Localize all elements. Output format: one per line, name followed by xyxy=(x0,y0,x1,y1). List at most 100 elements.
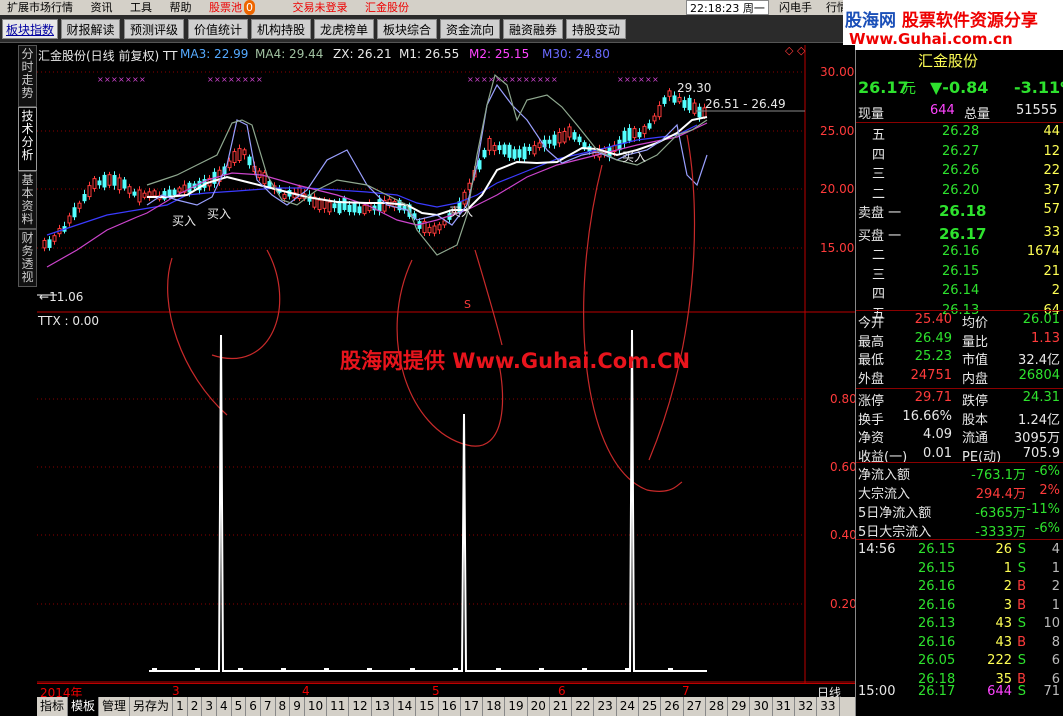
bottom-item-28[interactable]: 25 xyxy=(639,697,662,716)
tick-row[interactable]: 26.05 222 S 6 xyxy=(856,653,1063,671)
bottom-item-17[interactable]: 14 xyxy=(394,697,417,716)
stat-value: 1.24亿 xyxy=(1018,412,1060,428)
tab-financials[interactable]: 财务透视 xyxy=(18,229,37,287)
tick-price: 26.16 xyxy=(918,579,956,594)
tab-sector-index[interactable]: 板块指数 xyxy=(2,19,58,39)
menu-item-tools[interactable]: 工具 xyxy=(123,0,159,15)
tab-forecast-rating[interactable]: 预测评级 xyxy=(124,19,184,39)
chart-corner-icons[interactable]: ◇ ◇ xyxy=(785,44,805,57)
bottom-item-24[interactable]: 21 xyxy=(550,697,573,716)
buy-level-0[interactable]: 买盘 一 26.17 33 xyxy=(856,225,1063,244)
menu-item-help[interactable]: 帮助 xyxy=(163,0,199,15)
tick-row[interactable]: 26.15 1 S 1 xyxy=(856,561,1063,579)
bottom-item-31[interactable]: 28 xyxy=(706,697,729,716)
menu-item-news[interactable]: 资讯 xyxy=(84,0,120,15)
tick-row[interactable]: 15:00 26.17 644 S 71 xyxy=(856,684,1063,702)
bottom-item-27[interactable]: 24 xyxy=(617,697,640,716)
sell-level-0[interactable]: 五 26.28 44 xyxy=(856,124,1063,143)
menu-item-flash-trader[interactable]: 闪电手 xyxy=(772,0,819,15)
sell-level-4[interactable]: 卖盘 一 26.18 57 xyxy=(856,202,1063,221)
candle-body xyxy=(482,149,487,158)
tick-count: 2 xyxy=(1051,579,1060,594)
bottom-item-32[interactable]: 29 xyxy=(728,697,751,716)
bottom-item-34[interactable]: 31 xyxy=(773,697,796,716)
bottom-item-5[interactable]: 2 xyxy=(188,697,203,716)
tab-sector-overview[interactable]: 板块综合 xyxy=(377,19,437,39)
bottom-item-22[interactable]: 19 xyxy=(505,697,528,716)
tab-capital-flow[interactable]: 资金流向 xyxy=(440,19,500,39)
tick-row[interactable]: 26.13 43 S 10 xyxy=(856,616,1063,634)
sell-level-1[interactable]: 四 26.27 12 xyxy=(856,144,1063,163)
tab-financial-report[interactable]: 财报解读 xyxy=(61,19,120,39)
ttx-dot xyxy=(625,668,630,672)
bottom-item-21[interactable]: 18 xyxy=(483,697,506,716)
bottom-item-11[interactable]: 8 xyxy=(276,697,291,716)
bottom-item-6[interactable]: 3 xyxy=(202,697,217,716)
signal-mark: × xyxy=(530,75,537,84)
bottom-item-30[interactable]: 27 xyxy=(684,697,706,716)
bottom-item-0[interactable]: 指标 xyxy=(37,697,69,716)
ttx-dot xyxy=(453,668,458,672)
bottom-item-25[interactable]: 22 xyxy=(572,697,595,716)
candle-body xyxy=(547,139,552,144)
stat-value: 1.13 xyxy=(1031,330,1060,346)
tab-institution-holding[interactable]: 机构持股 xyxy=(251,19,311,39)
bottom-item-2[interactable]: 管理 xyxy=(99,697,131,716)
bottom-item-23[interactable]: 20 xyxy=(528,697,550,716)
ind-tick-040: 0.40 xyxy=(830,528,857,542)
bottom-item-16[interactable]: 13 xyxy=(372,697,394,716)
candle-body xyxy=(322,199,327,209)
flow-pct: -11% xyxy=(1026,502,1060,517)
tab-holding-change[interactable]: 持股变动 xyxy=(566,19,626,39)
tab-margin-trading[interactable]: 融资融券 xyxy=(503,19,563,39)
bottom-item-19[interactable]: 16 xyxy=(439,697,461,716)
bottom-item-26[interactable]: 23 xyxy=(594,697,617,716)
bottom-item-4[interactable]: 1 xyxy=(173,697,188,716)
bottom-item-3[interactable]: 另存为 xyxy=(130,697,174,716)
tab-value-stats[interactable]: 价值统计 xyxy=(188,19,248,39)
bottom-item-35[interactable]: 32 xyxy=(795,697,818,716)
stat-label: 内盘 xyxy=(962,371,989,387)
bottom-item-15[interactable]: 12 xyxy=(349,697,372,716)
menu-item-stock-pool[interactable]: 股票池 0 xyxy=(202,0,262,15)
ttx-dot xyxy=(582,668,587,672)
bottom-item-29[interactable]: 26 xyxy=(661,697,684,716)
bottom-item-33[interactable]: 30 xyxy=(750,697,773,716)
tab-technical[interactable]: 技术分析 xyxy=(18,107,37,171)
bottom-item-12[interactable]: 9 xyxy=(290,697,305,716)
total-vol-label: 总量 xyxy=(964,107,991,122)
sell-level-2[interactable]: 三 26.26 22 xyxy=(856,163,1063,182)
bottom-item-8[interactable]: 5 xyxy=(232,697,247,716)
bottom-item-36[interactable]: 33 xyxy=(817,697,840,716)
buy-level-2[interactable]: 三 26.15 21 xyxy=(856,263,1063,283)
trade-login-status[interactable]: 交易未登录 xyxy=(286,0,355,15)
bottom-item-1[interactable]: 模板 xyxy=(68,697,100,716)
tab-fundamentals[interactable]: 基本资料 xyxy=(18,171,37,229)
tab-intraday[interactable]: 分时走势 xyxy=(18,45,37,107)
divider-5 xyxy=(856,539,1063,540)
buy-level-3[interactable]: 四 26.14 2 xyxy=(856,283,1063,302)
bottom-item-10[interactable]: 7 xyxy=(261,697,276,716)
flow-value: -763.1万 xyxy=(971,468,1026,483)
menu-item-extended-market[interactable]: 扩展市场行情 xyxy=(0,0,80,15)
stat-label: 流通 xyxy=(962,431,989,446)
divider-4 xyxy=(856,462,1063,463)
bottom-item-13[interactable]: 10 xyxy=(305,697,328,716)
bottom-item-18[interactable]: 15 xyxy=(416,697,439,716)
tick-row[interactable]: 26.16 43 B 8 xyxy=(856,635,1063,653)
bottom-item-7[interactable]: 4 xyxy=(217,697,232,716)
watermark: 股海网提供 Www.Guhai.Com.CN xyxy=(340,349,691,373)
bottom-item-9[interactable]: 6 xyxy=(246,697,261,716)
tick-side: S xyxy=(1017,616,1026,631)
stat-label: 涨停 xyxy=(858,394,885,409)
candle-body xyxy=(232,151,237,164)
tick-row[interactable]: 26.16 2 B 2 xyxy=(856,579,1063,597)
tick-row[interactable]: 26.16 3 B 1 xyxy=(856,598,1063,616)
bottom-item-20[interactable]: 17 xyxy=(461,697,484,716)
tick-row[interactable]: 14:56 26.15 26 S 4 xyxy=(856,542,1063,560)
bottom-item-14[interactable]: 11 xyxy=(327,697,350,716)
buy-level-price: 26.15 xyxy=(942,263,980,279)
sell-level-3[interactable]: 二 26.20 37 xyxy=(856,183,1063,202)
tab-dragon-tiger[interactable]: 龙虎榜单 xyxy=(314,19,374,39)
buy-level-1[interactable]: 二 26.16 1674 xyxy=(856,244,1063,263)
